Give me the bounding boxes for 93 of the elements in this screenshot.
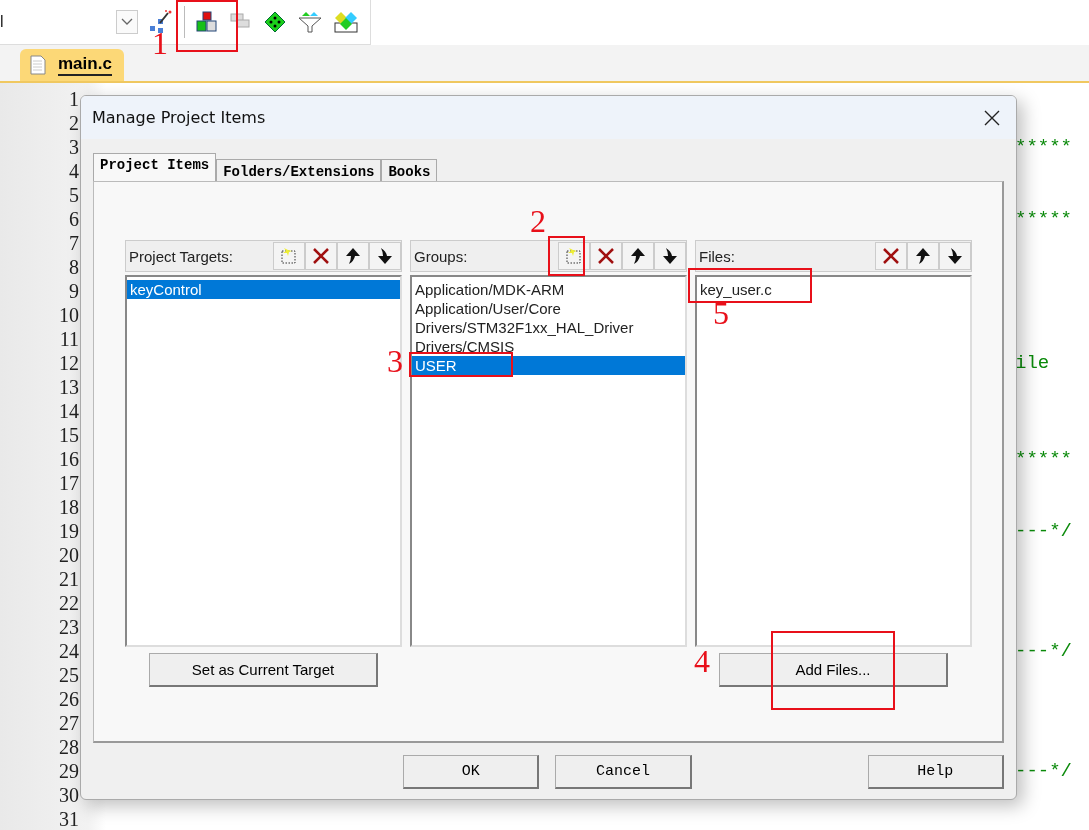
dialog-tab[interactable]: Books bbox=[381, 159, 438, 181]
line-number: 21 bbox=[58, 567, 79, 591]
delete-icon bbox=[311, 246, 331, 266]
code-comment: ile bbox=[1015, 352, 1050, 374]
panel-label: Files: bbox=[699, 247, 735, 265]
line-number: 11 bbox=[58, 327, 79, 351]
panel-button[interactable]: Set as Current Target bbox=[149, 653, 378, 687]
line-number: 30 bbox=[58, 783, 79, 807]
down-arrow-icon bbox=[660, 246, 680, 266]
line-number: 10 bbox=[58, 303, 79, 327]
move-down-button[interactable] bbox=[939, 242, 971, 270]
line-number: 20 bbox=[58, 543, 79, 567]
list-item[interactable]: key_user.c bbox=[697, 280, 970, 299]
delete-button[interactable] bbox=[305, 242, 337, 270]
code-comment: ***** bbox=[1015, 208, 1072, 230]
list-item[interactable]: Application/User/Core bbox=[412, 299, 685, 318]
dialog-button[interactable]: Help bbox=[867, 755, 1004, 789]
line-number: 14 bbox=[58, 399, 79, 423]
annotation-number: 1 bbox=[152, 26, 168, 60]
list-item[interactable]: Drivers/CMSIS bbox=[412, 337, 685, 356]
line-number: 7 bbox=[68, 231, 79, 255]
code-comment: ---*/ bbox=[1015, 640, 1072, 662]
annotation-number: 2 bbox=[530, 204, 546, 238]
up-arrow-icon bbox=[628, 246, 648, 266]
up-arrow-icon bbox=[343, 246, 363, 266]
move-down-button[interactable] bbox=[654, 242, 686, 270]
dialog-button[interactable]: Cancel bbox=[555, 755, 692, 789]
move-up-button[interactable] bbox=[337, 242, 369, 270]
line-number: 8 bbox=[68, 255, 79, 279]
line-number: 19 bbox=[58, 519, 79, 543]
close-icon[interactable] bbox=[984, 109, 1000, 126]
delete-icon bbox=[596, 246, 616, 266]
list-item[interactable]: Application/MDK-ARM bbox=[412, 280, 685, 299]
new-item-icon bbox=[564, 246, 584, 266]
dialog-tab[interactable]: Project Items bbox=[93, 153, 217, 181]
line-number: 28 bbox=[58, 735, 79, 759]
line-number: 1 bbox=[68, 87, 79, 111]
panel-label: Project Targets: bbox=[129, 247, 233, 265]
line-number: 29 bbox=[58, 759, 79, 783]
line-number: 17 bbox=[58, 471, 79, 495]
line-number: 5 bbox=[68, 183, 79, 207]
list-item[interactable]: keyControl bbox=[127, 280, 400, 299]
code-comment: ***** bbox=[1015, 448, 1072, 470]
down-arrow-icon bbox=[375, 246, 395, 266]
target-combo[interactable]: l bbox=[0, 7, 138, 37]
panel-button[interactable]: Add Files... bbox=[719, 653, 948, 687]
line-number: 31 bbox=[58, 807, 79, 830]
list-item[interactable]: USER bbox=[412, 356, 685, 375]
funnel-icon[interactable] bbox=[297, 10, 323, 34]
line-number: 2 bbox=[68, 111, 79, 135]
line-number: 25 bbox=[58, 663, 79, 687]
new-item-icon bbox=[279, 246, 299, 266]
line-number: 16 bbox=[58, 447, 79, 471]
blocks-icon[interactable] bbox=[195, 10, 219, 34]
line-number: 27 bbox=[58, 711, 79, 735]
move-down-button[interactable] bbox=[369, 242, 401, 270]
annotation-box bbox=[176, 0, 238, 52]
up-arrow-icon bbox=[913, 246, 933, 266]
line-number: 9 bbox=[68, 279, 79, 303]
delete-icon bbox=[881, 246, 901, 266]
line-number: 12 bbox=[58, 351, 79, 375]
line-number: 22 bbox=[58, 591, 79, 615]
panel-label: Groups: bbox=[414, 247, 468, 265]
file-tab[interactable]: main.c bbox=[20, 49, 124, 81]
line-number: 13 bbox=[58, 375, 79, 399]
code-comment: ---*/ bbox=[1015, 760, 1072, 782]
move-up-button[interactable] bbox=[907, 242, 939, 270]
annotation-number: 4 bbox=[694, 644, 710, 678]
line-number: 24 bbox=[58, 639, 79, 663]
line-number: 18 bbox=[58, 495, 79, 519]
dialog-button[interactable]: OK bbox=[403, 755, 540, 789]
annotation-number: 3 bbox=[387, 344, 403, 378]
line-number: 23 bbox=[58, 615, 79, 639]
delete-button[interactable] bbox=[590, 242, 622, 270]
code-comment: ***** bbox=[1015, 136, 1072, 158]
delete-button[interactable] bbox=[875, 242, 907, 270]
line-number: 6 bbox=[68, 207, 79, 231]
dialog-title: Manage Project Items bbox=[92, 108, 266, 127]
line-number: 26 bbox=[58, 687, 79, 711]
file-icon bbox=[30, 55, 46, 75]
list-item[interactable]: Drivers/STM32F1xx_HAL_Driver bbox=[412, 318, 685, 337]
line-number: 4 bbox=[68, 159, 79, 183]
code-comment: ---*/ bbox=[1015, 520, 1072, 542]
line-number: 3 bbox=[68, 135, 79, 159]
dialog-tab[interactable]: Folders/Extensions bbox=[216, 159, 382, 181]
annotation-box bbox=[548, 236, 585, 276]
down-arrow-icon bbox=[945, 246, 965, 266]
move-up-button[interactable] bbox=[622, 242, 654, 270]
diamonds-icon[interactable] bbox=[333, 10, 359, 34]
diamond-icon[interactable] bbox=[263, 10, 287, 34]
line-number: 15 bbox=[58, 423, 79, 447]
wand-icon[interactable] bbox=[148, 9, 174, 35]
new-item-button[interactable] bbox=[558, 242, 590, 270]
